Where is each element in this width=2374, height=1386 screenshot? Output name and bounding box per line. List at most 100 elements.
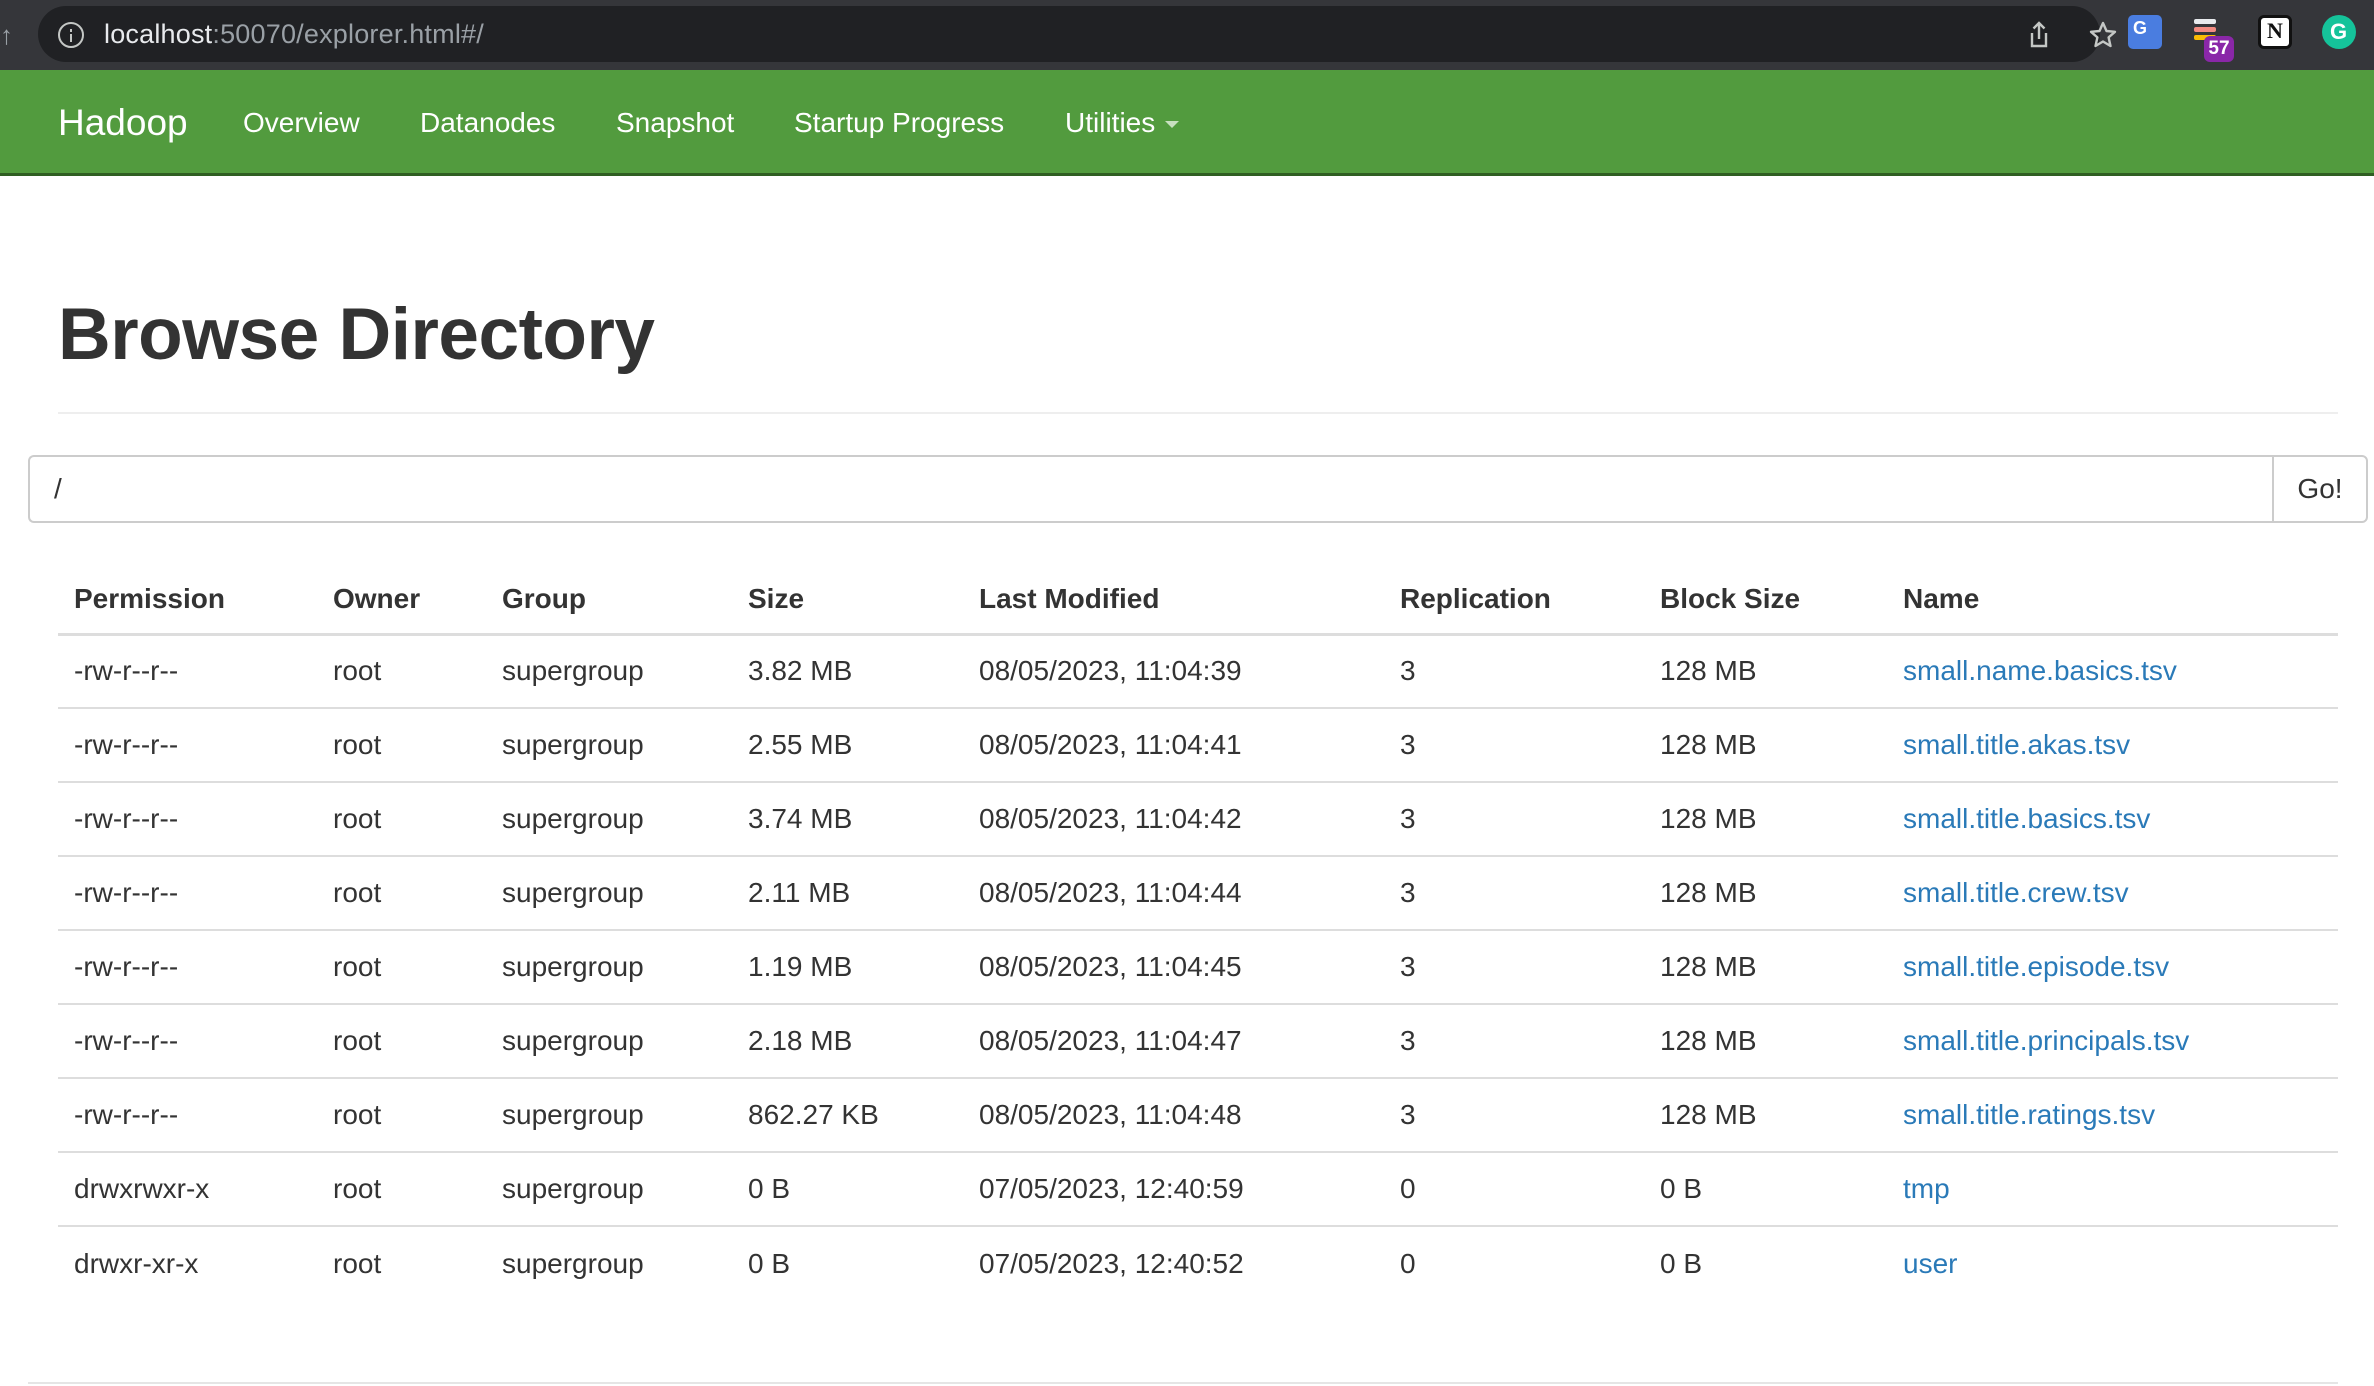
header-block-size[interactable]: Block Size <box>1644 566 1887 636</box>
main-navbar: Hadoop Overview Datanodes Snapshot Start… <box>0 70 2374 176</box>
notion-extension-icon[interactable] <box>2258 15 2292 49</box>
nav-utilities-label: Utilities <box>1065 107 1156 138</box>
translate-extension-icon[interactable] <box>2128 15 2162 49</box>
directory-path-input[interactable] <box>28 455 2272 523</box>
table-row: -rw-r--r-- root supergroup 2.18 MB 08/05… <box>58 1004 2338 1079</box>
cell-owner: root <box>317 1078 486 1153</box>
grammarly-extension-icon[interactable] <box>2322 15 2356 49</box>
cell-group: supergroup <box>486 856 732 931</box>
cell-replication: 0 <box>1384 1152 1644 1227</box>
header-name[interactable]: Name <box>1887 566 2338 636</box>
header-permission[interactable]: Permission <box>58 566 317 636</box>
cell-permission: -rw-r--r-- <box>58 634 317 709</box>
cell-size: 0 B <box>748 1247 791 1279</box>
header-replication[interactable]: Replication <box>1384 566 1644 636</box>
nav-snapshot[interactable]: Snapshot <box>616 70 734 176</box>
header-size[interactable]: Size <box>732 566 963 636</box>
bookmark-star-icon[interactable] <box>2088 20 2118 50</box>
nav-datanodes[interactable]: Datanodes <box>420 70 555 176</box>
cell-owner: root <box>317 930 486 1005</box>
cell-group: supergroup <box>486 634 732 709</box>
file-name-link[interactable]: small.title.crew.tsv <box>1887 856 2338 931</box>
cell-replication: 3 <box>1384 1004 1644 1079</box>
file-name-link[interactable]: small.title.akas.tsv <box>1887 708 2338 783</box>
file-name-link[interactable]: small.title.ratings.tsv <box>1887 1078 2338 1153</box>
cell-size: 3.82 MB <box>732 634 963 709</box>
cell-size: 0 B <box>732 1152 963 1227</box>
cell-owner: root <box>317 782 486 857</box>
cell-permission: drwxrwxr-x <box>58 1152 317 1227</box>
header-owner[interactable]: Owner <box>317 566 486 636</box>
cell-last-modified: 08/05/2023, 11:04:48 <box>963 1078 1384 1153</box>
cell-group: supergroup <box>486 782 732 857</box>
file-name-link[interactable]: small.title.principals.tsv <box>1887 1004 2338 1079</box>
table-row: -rw-r--r-- root supergroup 2.55 MB 08/05… <box>58 708 2338 783</box>
brand-logo[interactable]: Hadoop <box>58 70 188 176</box>
cell-size: 2.18 MB <box>732 1004 963 1079</box>
url-text[interactable]: localhost:50070/explorer.html#/ <box>104 6 484 62</box>
cell-last-modified: 07/05/2023, 12:40:52 <box>979 1247 1244 1279</box>
cell-replication: 3 <box>1384 930 1644 1005</box>
file-name-link[interactable]: small.title.episode.tsv <box>1887 930 2338 1005</box>
file-name-link[interactable]: small.name.basics.tsv <box>1887 634 2338 709</box>
cell-last-modified: 08/05/2023, 11:04:47 <box>963 1004 1384 1079</box>
nav-utilities-dropdown[interactable]: Utilities <box>1065 70 1180 176</box>
header-group[interactable]: Group <box>486 566 732 636</box>
go-button[interactable]: Go! <box>2272 455 2368 523</box>
cell-owner: root <box>317 1152 486 1227</box>
cell-owner: root <box>317 708 486 783</box>
cell-block-size: 128 MB <box>1644 634 1887 709</box>
cell-permission: drwxr-xr-x <box>74 1247 199 1279</box>
caret-down-icon <box>1165 121 1180 129</box>
cell-last-modified: 08/05/2023, 11:04:42 <box>963 782 1384 857</box>
cell-block-size: 128 MB <box>1644 1004 1887 1079</box>
cell-permission: -rw-r--r-- <box>58 856 317 931</box>
cell-block-size: 128 MB <box>1644 930 1887 1005</box>
folder-name-link[interactable]: user <box>1887 1226 2338 1300</box>
cell-group: supergroup <box>486 930 732 1005</box>
site-info-icon[interactable] <box>58 22 84 48</box>
cell-block-size: 128 MB <box>1644 708 1887 783</box>
cell-last-modified: 08/05/2023, 11:04:45 <box>963 930 1384 1005</box>
cell-last-modified: 08/05/2023, 11:04:44 <box>963 856 1384 931</box>
share-icon[interactable] <box>2024 20 2054 50</box>
cell-block-size: 128 MB <box>1644 782 1887 857</box>
nav-startup-progress[interactable]: Startup Progress <box>794 70 1004 176</box>
cell-replication: 0 <box>1400 1247 1416 1279</box>
table-row: -rw-r--r-- root supergroup 1.19 MB 08/05… <box>58 930 2338 1005</box>
cell-owner: root <box>333 1247 382 1279</box>
cell-block-size: 128 MB <box>1644 1078 1887 1153</box>
cell-owner: root <box>317 634 486 709</box>
cell-replication: 3 <box>1384 1078 1644 1153</box>
cell-replication: 3 <box>1384 856 1644 931</box>
table-row: -rw-r--r-- root supergroup 2.11 MB 08/05… <box>58 856 2338 931</box>
cell-group: supergroup <box>486 1078 732 1153</box>
cell-permission: -rw-r--r-- <box>58 782 317 857</box>
address-bar[interactable]: localhost:50070/explorer.html#/ <box>38 6 2117 62</box>
cell-size: 2.55 MB <box>732 708 963 783</box>
cell-replication: 3 <box>1384 782 1644 857</box>
cell-group: supergroup <box>486 1004 732 1079</box>
page-title: Browse Directory <box>58 294 655 375</box>
footer-divider <box>28 1382 2338 1384</box>
title-divider <box>58 412 2338 414</box>
directory-table: Permission Owner Group Size Last Modifie… <box>58 566 2338 1300</box>
cell-size: 2.11 MB <box>732 856 963 931</box>
cell-permission: -rw-r--r-- <box>58 1004 317 1079</box>
cell-last-modified: 07/05/2023, 12:40:59 <box>963 1152 1384 1227</box>
cell-permission: -rw-r--r-- <box>58 930 317 1005</box>
cell-size: 1.19 MB <box>732 930 963 1005</box>
cell-last-modified: 08/05/2023, 11:04:39 <box>963 634 1384 709</box>
back-arrow-icon[interactable]: ↑ <box>0 18 13 52</box>
table-header-row: Permission Owner Group Size Last Modifie… <box>58 566 2338 636</box>
table-row: -rw-r--r-- root supergroup 3.82 MB 08/05… <box>58 634 2338 709</box>
cell-last-modified: 08/05/2023, 11:04:41 <box>963 708 1384 783</box>
table-row: -rw-r--r-- root supergroup 3.74 MB 08/05… <box>58 782 2338 857</box>
cell-group: supergroup <box>502 1247 644 1279</box>
nav-overview[interactable]: Overview <box>243 70 360 176</box>
browser-toolbar: ↑ localhost:50070/explorer.html#/ 57 <box>0 0 2374 70</box>
file-name-link[interactable]: small.title.basics.tsv <box>1887 782 2338 857</box>
folder-name-link[interactable]: tmp <box>1887 1152 2338 1227</box>
cell-owner: root <box>317 856 486 931</box>
header-last-modified[interactable]: Last Modified <box>963 566 1384 636</box>
